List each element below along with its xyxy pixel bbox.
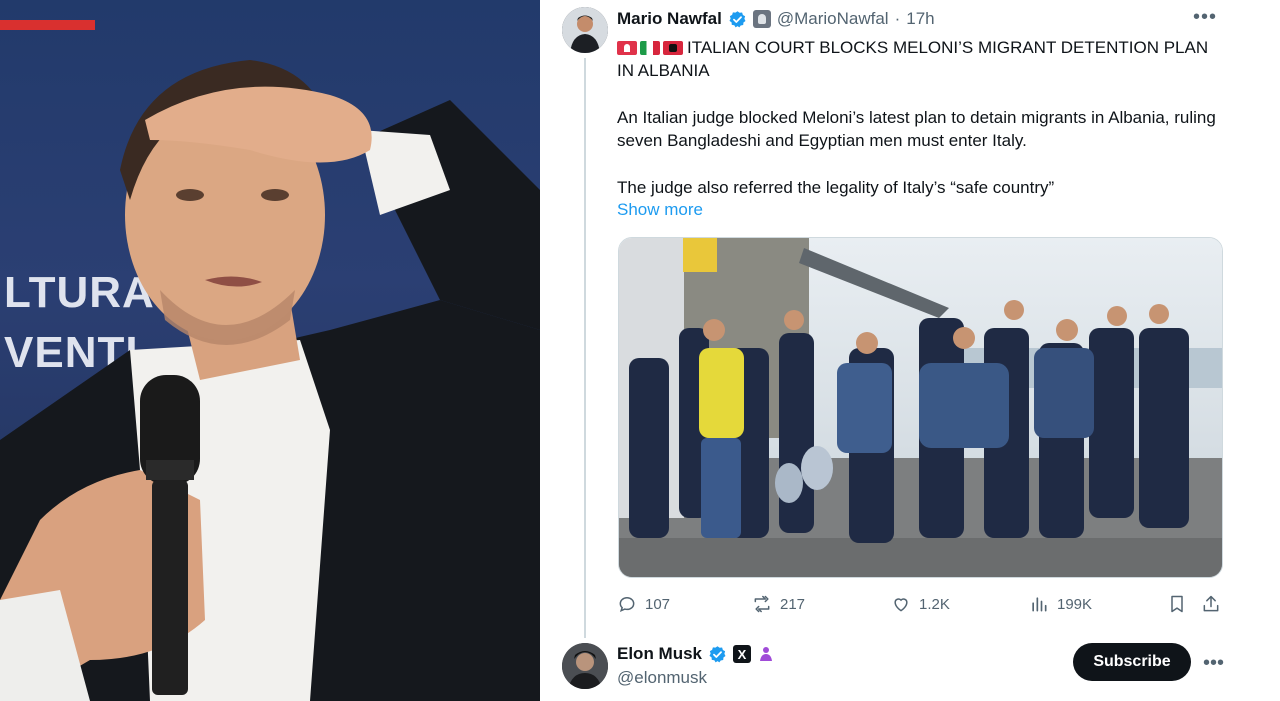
repost-button[interactable]: 217 bbox=[752, 594, 805, 614]
like-button[interactable]: 1.2K bbox=[891, 594, 950, 614]
tweet-actions-bar: 107 217 1.2K 199K bbox=[617, 594, 1225, 616]
repost-count: 217 bbox=[780, 595, 806, 613]
media-photo bbox=[619, 238, 1222, 577]
reply-author-name[interactable]: Elon Musk bbox=[617, 644, 702, 664]
flag-emojis bbox=[617, 41, 683, 55]
views-button[interactable]: 199K bbox=[1029, 594, 1092, 614]
views-chart-icon bbox=[1032, 597, 1047, 612]
speaker-figure bbox=[0, 60, 540, 701]
subscribe-button[interactable]: Subscribe bbox=[1073, 643, 1191, 681]
tweet-header: Mario Nawfal @MarioNawfal · 17h bbox=[617, 8, 935, 30]
headline-text: ITALIAN COURT BLOCKS MELONI’S MIGRANT DE… bbox=[617, 38, 1209, 80]
purple-badge-icon bbox=[760, 647, 773, 661]
tweet-paragraph-1: An Italian judge blocked Meloni’s latest… bbox=[617, 108, 1216, 150]
repost-icon bbox=[754, 595, 770, 613]
reply-avatar-image bbox=[562, 643, 608, 689]
reply-count: 107 bbox=[645, 595, 671, 613]
speaker-photo: LTURA VENTI bbox=[0, 0, 540, 701]
share-icon bbox=[1203, 595, 1219, 612]
avatar-image bbox=[562, 7, 608, 53]
author-handle[interactable]: @MarioNawfal bbox=[777, 9, 889, 29]
affiliation-badge-icon bbox=[752, 10, 771, 28]
author-avatar[interactable] bbox=[562, 7, 608, 53]
thread-connector-line bbox=[584, 58, 586, 638]
author-name[interactable]: Mario Nawfal bbox=[617, 9, 722, 29]
italy-flag-icon bbox=[640, 41, 660, 55]
reply-author-avatar[interactable] bbox=[562, 643, 608, 689]
bookmark-button[interactable] bbox=[1167, 594, 1187, 614]
reply-button[interactable]: 107 bbox=[617, 594, 670, 614]
more-options-icon[interactable]: ••• bbox=[1193, 6, 1217, 29]
tweet-headline: ITALIAN COURT BLOCKS MELONI’S MIGRANT DE… bbox=[617, 36, 1217, 82]
verified-badge-icon bbox=[729, 10, 746, 27]
bookmark-icon bbox=[1171, 595, 1183, 613]
tweet-paragraph-2: The judge also referred the legality of … bbox=[617, 178, 1055, 197]
heart-icon bbox=[894, 598, 908, 612]
reply-author-header: Elon Musk X bbox=[617, 644, 775, 664]
albania-flag-icon bbox=[663, 41, 683, 55]
tweet-media-image[interactable] bbox=[618, 237, 1223, 578]
share-button[interactable] bbox=[1201, 594, 1221, 614]
reply-more-options-icon[interactable]: ••• bbox=[1203, 652, 1224, 675]
x-affiliation-badge-icon: X bbox=[733, 645, 752, 663]
tweet-time[interactable]: 17h bbox=[906, 9, 934, 29]
siren-icon bbox=[617, 41, 637, 55]
show-more-link[interactable]: Show more bbox=[617, 200, 703, 220]
tweet-card[interactable]: Mario Nawfal @MarioNawfal · 17h ••• ITAL… bbox=[555, 0, 1245, 701]
views-count: 199K bbox=[1057, 595, 1093, 613]
reply-icon bbox=[619, 596, 635, 613]
separator-dot: · bbox=[894, 9, 901, 28]
reply-verified-badge-icon bbox=[709, 645, 726, 662]
like-count: 1.2K bbox=[919, 595, 950, 613]
reply-author-handle[interactable]: @elonmusk bbox=[617, 668, 707, 688]
